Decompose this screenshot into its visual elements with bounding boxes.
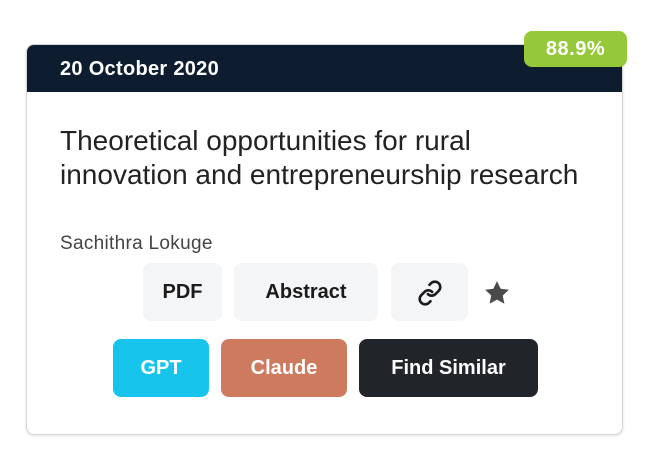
star-icon[interactable] — [482, 278, 512, 308]
publication-date: 20 October 2020 — [60, 58, 220, 80]
claude-button[interactable]: Claude — [221, 339, 347, 397]
paper-author: Sachithra Lokuge — [60, 233, 213, 254]
gpt-button[interactable]: GPT — [113, 339, 209, 397]
paper-card: 20 October 2020 Theoretical opportunitie… — [26, 44, 623, 435]
abstract-button[interactable]: Abstract — [234, 263, 378, 321]
pdf-button[interactable]: PDF — [143, 263, 222, 321]
relevance-score-badge: 88.9% — [524, 31, 627, 67]
copy-link-button[interactable] — [391, 263, 468, 321]
find-similar-button[interactable]: Find Similar — [359, 339, 538, 397]
link-icon — [418, 280, 442, 306]
paper-title: Theoretical opportunities for rural inno… — [60, 125, 579, 190]
